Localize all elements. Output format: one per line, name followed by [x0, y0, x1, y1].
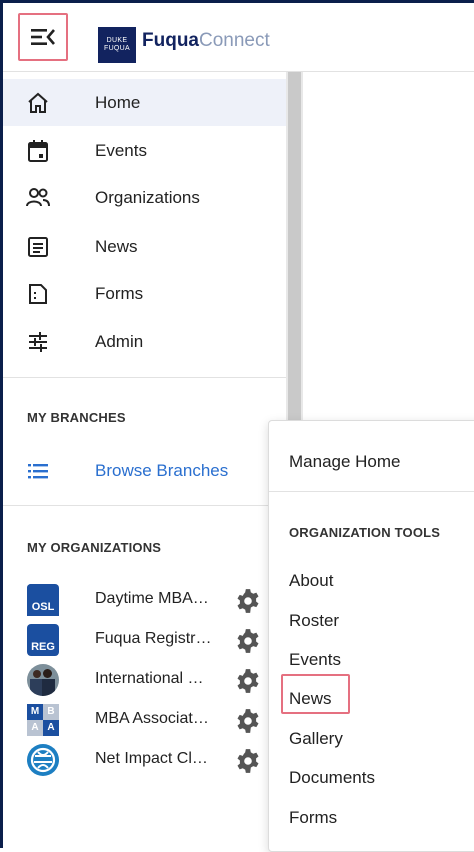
logo-line-2: FUQUA — [104, 45, 130, 52]
sliders-icon — [25, 329, 51, 355]
sidebar-item-forms[interactable]: Forms — [3, 270, 286, 317]
sidebar-scrollbar-thumb[interactable] — [288, 72, 301, 432]
brand-bold: Fuqua — [142, 30, 199, 51]
sidebar-item-label: Admin — [95, 331, 144, 351]
gear-icon[interactable] — [235, 708, 261, 734]
menu-item-events[interactable]: Events — [289, 650, 341, 670]
org-item-net-impact[interactable]: Net Impact Cl… — [3, 740, 286, 780]
gear-icon[interactable] — [235, 748, 261, 774]
sidebar-item-label: Events — [95, 140, 147, 160]
divider — [269, 491, 474, 492]
org-label: International … — [95, 670, 204, 687]
duke-fuqua-logo[interactable]: DUKE FUQUA — [98, 27, 136, 63]
org-item-international[interactable]: International … — [3, 660, 286, 700]
menu-item-forms[interactable]: Forms — [289, 808, 337, 828]
menu-item-documents[interactable]: Documents — [289, 768, 375, 788]
browse-branches-label: Browse Branches — [95, 460, 229, 480]
menu-item-roster[interactable]: Roster — [289, 611, 339, 631]
divider — [3, 505, 286, 506]
org-avatar-reg: REG — [27, 624, 59, 656]
manage-home-item[interactable]: Manage Home — [289, 452, 401, 472]
menu-item-news[interactable]: News — [289, 689, 332, 709]
my-branches-heading: MY BRANCHES — [27, 410, 126, 425]
sidebar-item-label: Forms — [95, 283, 144, 303]
org-item-mba-association[interactable]: M B A A MBA Associat… — [3, 700, 286, 740]
globe-icon — [30, 747, 56, 773]
org-avatar-letter: A — [43, 720, 59, 736]
brand-light: Connect — [199, 30, 270, 51]
organization-tools-heading: ORGANIZATION TOOLS — [289, 525, 441, 540]
calendar-icon — [25, 138, 51, 164]
sidebar-item-home[interactable]: Home — [3, 79, 286, 126]
menu-item-gallery[interactable]: Gallery — [289, 729, 343, 749]
org-avatar-letter: A — [27, 720, 43, 736]
org-label: MBA Associat… — [95, 710, 209, 727]
organization-tools-menu: Manage Home ORGANIZATION TOOLS About Ros… — [268, 420, 474, 852]
org-item-fuqua-registrar[interactable]: REG Fuqua Registr… — [3, 620, 286, 660]
sidebar-item-label: News — [95, 236, 138, 256]
home-icon — [25, 90, 51, 116]
sidebar: Home Events Organizations News Forms Adm… — [3, 72, 286, 848]
divider — [3, 377, 286, 378]
org-label: Daytime MBA… — [95, 590, 209, 607]
gear-icon[interactable] — [235, 668, 261, 694]
org-avatar-osl: OSL — [27, 584, 59, 616]
menu-item-about[interactable]: About — [289, 571, 333, 591]
org-label: Net Impact Cl… — [95, 750, 208, 767]
form-icon — [25, 281, 51, 307]
top-bar: DUKE FUQUA FuquaConnect — [3, 3, 474, 72]
org-item-daytime-mba[interactable]: OSL Daytime MBA… — [3, 580, 286, 620]
people-icon — [25, 185, 51, 211]
my-organizations-heading: MY ORGANIZATIONS — [27, 540, 162, 555]
org-avatar-net-impact — [27, 744, 59, 776]
gear-icon[interactable] — [235, 588, 261, 614]
browse-branches-link[interactable]: Browse Branches — [3, 447, 286, 494]
sidebar-item-admin[interactable]: Admin — [3, 318, 286, 365]
sidebar-item-label: Home — [95, 92, 141, 112]
sidebar-item-label: Organizations — [95, 187, 200, 207]
org-avatar-mbaa: M B A A — [27, 704, 59, 736]
menu-collapse-icon — [31, 29, 55, 45]
sidebar-item-events[interactable]: Events — [3, 127, 286, 174]
org-avatar-text: REG — [31, 641, 55, 653]
collapse-menu-button[interactable] — [18, 13, 68, 61]
logo-line-1: DUKE — [106, 37, 128, 44]
sidebar-item-organizations[interactable]: Organizations — [3, 174, 286, 221]
sidebar-item-news[interactable]: News — [3, 223, 286, 270]
org-avatar-photo — [27, 664, 59, 696]
brand-name[interactable]: FuquaConnect — [142, 30, 270, 52]
org-avatar-letter: M — [27, 704, 43, 720]
news-icon — [25, 234, 51, 260]
org-avatar-text: OSL — [27, 598, 59, 616]
org-avatar-letter: B — [43, 704, 59, 720]
list-icon — [25, 458, 51, 484]
org-label: Fuqua Registr… — [95, 630, 212, 647]
gear-icon[interactable] — [235, 628, 261, 654]
